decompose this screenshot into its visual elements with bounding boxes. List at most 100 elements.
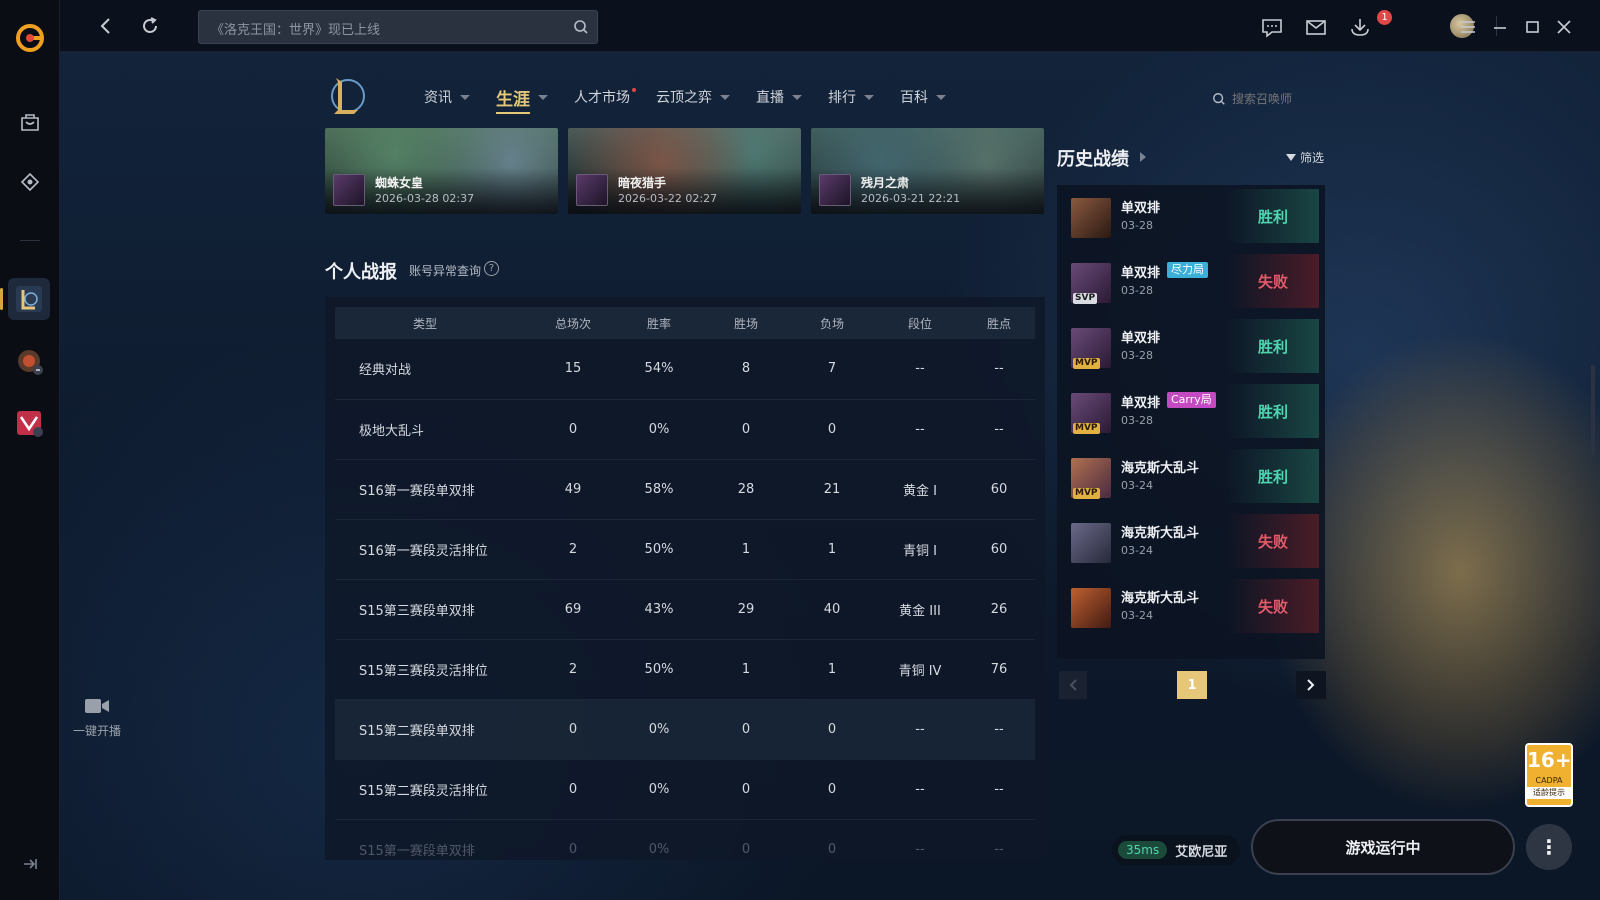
recent-match-cards: 蜘蛛女皇 2026-03-28 02:37 暗夜猎手 2026-03-22 02… <box>325 128 1045 214</box>
chevron-right-icon[interactable] <box>1140 152 1146 162</box>
table-cell: 28 <box>737 481 755 497</box>
lol-icon <box>16 286 42 312</box>
history-match-row[interactable]: MVP 单双排 03-28 Carry局 胜利 <box>1063 380 1319 438</box>
summoner-search-input[interactable] <box>1232 92 1322 106</box>
history-title[interactable]: 历史战绩 <box>1057 145 1129 171</box>
tag-icon[interactable] <box>14 166 46 198</box>
match-mode: 单双排 <box>1121 331 1161 346</box>
match-mode: 单双排 <box>1121 266 1161 281</box>
age-org: CADPA <box>1535 776 1563 785</box>
table-cell: 0 <box>741 721 751 737</box>
tab-news[interactable]: 资讯 <box>424 86 470 108</box>
mail-icon[interactable] <box>1304 15 1328 39</box>
match-card[interactable]: 暗夜猎手 2026-03-22 02:27 <box>568 128 801 214</box>
menu-icon[interactable] <box>1456 15 1480 39</box>
server-status[interactable]: 35ms 艾欧尼亚 <box>1112 835 1240 865</box>
table-row: S15第二赛段灵活排位 0 0% 0 0 -- -- <box>335 759 1035 819</box>
download-icon[interactable] <box>1348 15 1372 39</box>
match-result: 失败 <box>1227 579 1319 633</box>
chat-icon[interactable] <box>1260 15 1284 39</box>
report-table-container[interactable]: 类型 总场次 胜率 胜场 负场 段位 胜点 经典对战 15 54% 8 7 -- -- 极地大… <box>325 297 1045 860</box>
match-date: 03-28 <box>1121 219 1153 232</box>
column-header: 类型 <box>413 316 438 331</box>
scrollbar[interactable] <box>1591 365 1595 455</box>
tab-live[interactable]: 直播 <box>756 86 802 108</box>
notification-dot <box>632 88 636 92</box>
page-prev-button[interactable] <box>1059 671 1087 699</box>
help-icon[interactable]: ? <box>484 261 499 276</box>
match-date: 03-28 <box>1121 414 1153 427</box>
match-card[interactable]: 残月之肃 2026-03-21 22:21 <box>811 128 1044 214</box>
game-icon <box>18 350 43 375</box>
history-match-row[interactable]: 单双排 03-28 胜利 <box>1063 185 1319 243</box>
history-match-row[interactable]: 海克斯大乱斗 03-24 失败 <box>1063 510 1319 568</box>
tab-ranking[interactable]: 排行 <box>828 86 874 108</box>
more-options-button[interactable]: ⋮ <box>1526 824 1572 870</box>
champion-portrait <box>576 174 608 206</box>
table-cell: 经典对战 <box>359 363 412 379</box>
table-row: S15第三赛段单双排 69 43% 29 40 黄金 III 26 <box>335 579 1035 639</box>
table-cell: 0 <box>568 421 578 437</box>
refresh-icon[interactable] <box>138 14 162 38</box>
search-placeholder: 《洛克王国：世界》现已上线 <box>211 23 381 38</box>
tab-talent-market[interactable]: 人才市场 <box>574 86 636 108</box>
table-cell: 50% <box>644 661 674 677</box>
table-cell: 26 <box>990 601 1008 617</box>
summoner-search[interactable] <box>1212 88 1328 110</box>
rail-game-lol[interactable] <box>0 278 50 320</box>
column-header: 胜场 <box>733 316 758 331</box>
history-match-row[interactable]: SVP 单双排 03-28 尽力局 失败 <box>1063 250 1319 308</box>
match-date: 03-24 <box>1121 479 1153 492</box>
table-cell: 7 <box>827 361 837 377</box>
match-result: 胜利 <box>1227 384 1319 438</box>
chevron-left-icon <box>1069 679 1077 691</box>
table-cell: 2 <box>568 661 578 677</box>
tab-wiki[interactable]: 百科 <box>900 86 946 108</box>
search-input[interactable]: 《洛克王国：世界》现已上线 <box>198 10 598 44</box>
abnormal-query-link[interactable]: 账号异常查询 <box>409 262 481 279</box>
maximize-icon[interactable] <box>1520 15 1544 39</box>
close-icon[interactable] <box>1552 15 1576 39</box>
collapse-sidebar-icon[interactable] <box>20 854 40 874</box>
table-row: 极地大乱斗 0 0% 0 0 -- -- <box>335 399 1035 459</box>
lol-nav: 资讯 生涯 人才市场 云顶之弈 直播 排行 百科 <box>424 86 972 114</box>
page-next-button[interactable] <box>1296 671 1326 699</box>
table-cell: 0 <box>741 781 751 797</box>
match-label-badge: Carry局 <box>1167 392 1216 408</box>
history-match-row[interactable]: MVP 海克斯大乱斗 03-24 胜利 <box>1063 445 1319 503</box>
page-number[interactable]: 1 <box>1177 671 1207 699</box>
table-cell: 60 <box>990 541 1008 557</box>
game-running-button[interactable]: 游戏运行中 <box>1251 819 1515 875</box>
match-label-badge: 尽力局 <box>1167 262 1208 278</box>
chevron-down-icon <box>864 94 874 100</box>
search-icon[interactable] <box>573 19 589 35</box>
minimize-icon[interactable] <box>1488 15 1512 39</box>
match-date: 03-24 <box>1121 609 1153 622</box>
live-stream-button[interactable]: 一键开播 <box>60 696 134 739</box>
filter-icon <box>1286 154 1296 161</box>
back-icon[interactable] <box>94 14 118 38</box>
table-cell: 43% <box>644 601 674 617</box>
tab-career[interactable]: 生涯 <box>496 86 548 114</box>
lol-logo-icon[interactable] <box>326 74 366 118</box>
history-match-row[interactable]: 海克斯大乱斗 03-24 失败 <box>1063 575 1319 633</box>
table-cell: -- <box>994 841 1004 857</box>
rail-game-2[interactable] <box>8 340 50 382</box>
column-header: 胜率 <box>646 316 671 331</box>
tab-tft[interactable]: 云顶之弈 <box>656 86 730 108</box>
table-cell: -- <box>994 361 1004 377</box>
match-date: 2026-03-21 22:21 <box>861 192 961 205</box>
match-card[interactable]: 蜘蛛女皇 2026-03-28 02:37 <box>325 128 558 214</box>
history-match-row[interactable]: MVP 单双排 03-28 胜利 <box>1063 315 1319 373</box>
rail-game-valorant[interactable] <box>8 402 50 444</box>
champion-portrait <box>1071 198 1111 238</box>
wegame-logo-icon[interactable] <box>14 22 46 54</box>
table-cell: S15第二赛段单双排 <box>359 723 475 739</box>
store-icon[interactable] <box>14 106 46 138</box>
table-cell: 1 <box>827 541 837 557</box>
table-cell: -- <box>915 781 925 797</box>
table-cell: -- <box>915 721 925 737</box>
filter-button[interactable]: 筛选 <box>1286 149 1324 166</box>
table-cell: -- <box>994 781 1004 797</box>
table-cell: S15第三赛段单双排 <box>359 603 475 619</box>
